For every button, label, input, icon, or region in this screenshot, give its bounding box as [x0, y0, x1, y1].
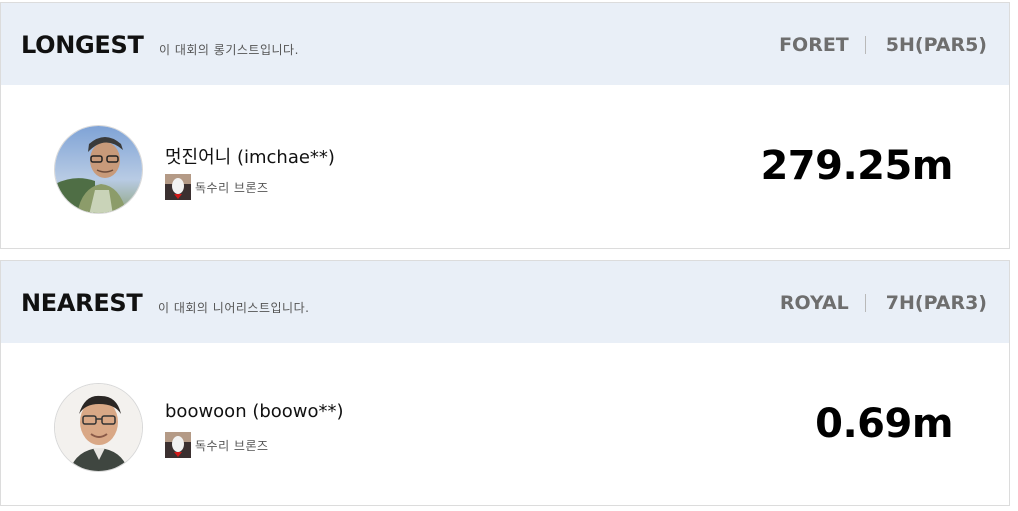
- longest-rank: 독수리 브론즈: [165, 174, 269, 200]
- eagle-rank-icon: [165, 174, 191, 200]
- longest-subtitle: 이 대회의 롱기스트입니다.: [159, 43, 299, 57]
- longest-hole: 5H(PAR5): [885, 34, 987, 56]
- longest-rank-label: 독수리 브론즈: [195, 180, 269, 195]
- nearest-rank: 독수리 브론즈: [165, 432, 269, 458]
- nearest-course-info: ROYAL 7H(PAR3): [780, 292, 987, 314]
- nearest-header: NEAREST 이 대회의 니어리스트입니다. ROYAL 7H(PAR3): [1, 261, 1009, 343]
- nearest-distance: 0.69m: [815, 401, 953, 447]
- course-divider: [864, 36, 866, 54]
- nearest-subtitle: 이 대회의 니어리스트입니다.: [158, 301, 310, 315]
- longest-course-name: FORET: [779, 34, 849, 56]
- longest-distance: 279.25m: [760, 143, 953, 189]
- longest-title: LONGEST: [21, 31, 144, 59]
- longest-card: LONGEST 이 대회의 롱기스트입니다. FORET 5H(PAR5) 멋진…: [0, 2, 1010, 249]
- nearest-player-avatar[interactable]: [54, 383, 143, 472]
- nearest-body: boowoon (boowo**) 독수리 브론즈 0.69m: [1, 343, 1009, 505]
- longest-player-avatar[interactable]: [54, 125, 143, 214]
- nearest-player-name[interactable]: boowoon (boowo**): [165, 401, 344, 422]
- nearest-rank-label: 독수리 브론즈: [195, 438, 269, 453]
- longest-course-info: FORET 5H(PAR5): [779, 34, 987, 56]
- nearest-hole: 7H(PAR3): [885, 292, 987, 314]
- nearest-card: NEAREST 이 대회의 니어리스트입니다. ROYAL 7H(PAR3) b…: [0, 260, 1010, 506]
- longest-body: 멋진어니 (imchae**) 독수리 브론즈 279.25m: [1, 85, 1009, 247]
- longest-header: LONGEST 이 대회의 롱기스트입니다. FORET 5H(PAR5): [1, 3, 1009, 85]
- course-divider: [864, 294, 866, 312]
- nearest-title: NEAREST: [21, 289, 143, 317]
- nearest-course-name: ROYAL: [779, 292, 849, 314]
- eagle-rank-icon: [165, 432, 191, 458]
- longest-player-name[interactable]: 멋진어니 (imchae**): [165, 143, 335, 169]
